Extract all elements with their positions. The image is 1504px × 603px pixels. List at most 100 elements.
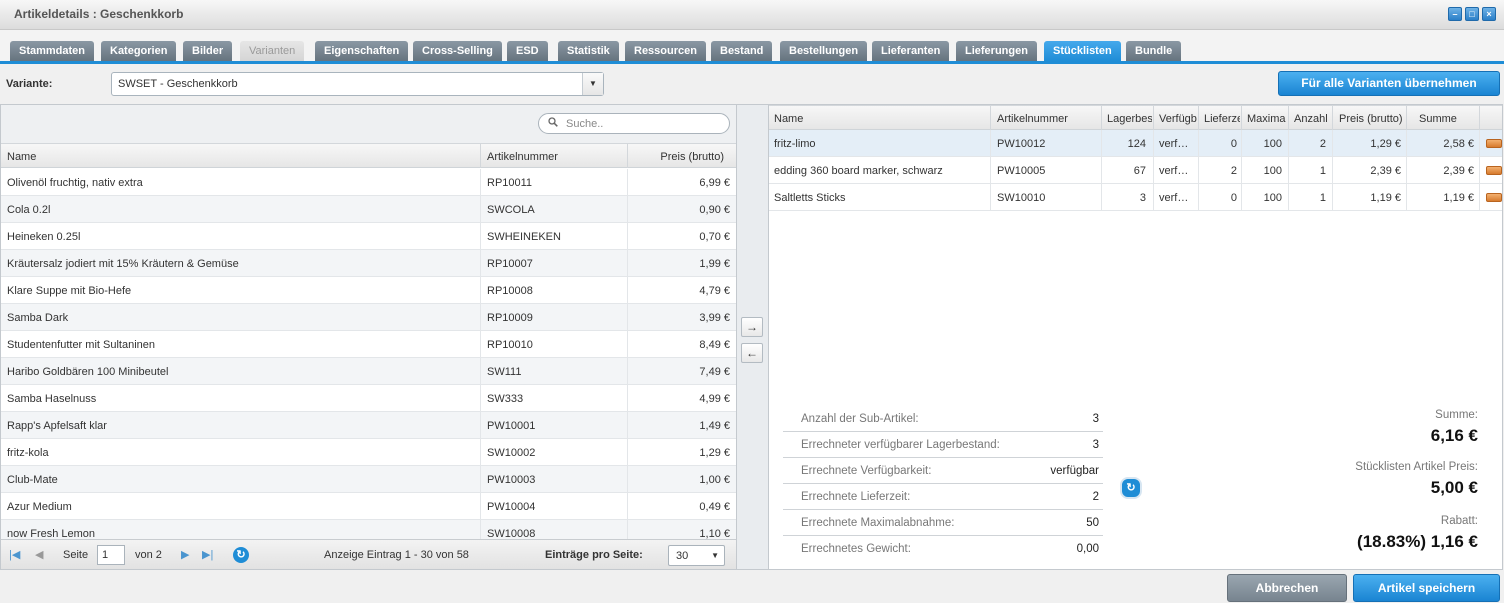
tab-esd[interactable]: ESD (507, 41, 548, 61)
page-input[interactable]: 1 (97, 545, 125, 565)
cell-sum: 1,19 € (1443, 192, 1474, 204)
table-row[interactable]: Klare Suppe mit Bio-Hefe RP10008 4,79 € (1, 277, 736, 304)
col-header-max[interactable]: Maxima (1247, 113, 1287, 125)
tab-cross-selling[interactable]: Cross-Selling (413, 41, 502, 61)
col-header-stock[interactable]: Lagerbes (1107, 113, 1152, 125)
maximize-icon[interactable]: □ (1465, 7, 1479, 21)
stat-row: Anzahl der Sub-Artikel: 3 (783, 406, 1103, 432)
tab-ressourcen[interactable]: Ressourcen (625, 41, 706, 61)
tab-statistik[interactable]: Statistik (558, 41, 619, 61)
cell-number: RP10007 (487, 258, 533, 270)
table-row[interactable]: fritz-limo PW10012 124 verf… 0 100 2 1,29 € 2,58… (769, 130, 1502, 157)
tab-eigenschaften[interactable]: Eigenschaften (315, 41, 409, 61)
table-row[interactable]: Club-Mate PW10003 1,00 € (1, 466, 736, 493)
dropdown-arrow-icon[interactable]: ▼ (582, 73, 603, 95)
next-page-icon[interactable]: ▶ (181, 548, 189, 561)
bom-price-value: 5,00 € (1430, 478, 1478, 497)
tab-bundle[interactable]: Bundle (1126, 41, 1182, 61)
cell-number: RP10008 (487, 285, 533, 297)
table-row[interactable]: Olivenöl fruchtig, nativ extra RP10011 6,9… (1, 169, 736, 196)
tab-bilder[interactable]: Bilder (183, 41, 233, 61)
window-controls: – □ × (1448, 7, 1496, 21)
cell-sum: 2,39 € (1443, 165, 1474, 177)
cell-number: RP10011 (487, 177, 533, 189)
tab-stuecklisten[interactable]: Stücklisten (1044, 41, 1121, 61)
cell-price: 1,00 € (699, 474, 730, 486)
arrow-right-icon[interactable]: → (741, 317, 763, 337)
cell-price: 4,99 € (699, 393, 730, 405)
tab-stammdaten[interactable]: Stammdaten (10, 41, 95, 61)
table-row[interactable]: Studentenfutter mit Sultaninen RP10010 8,4… (1, 331, 736, 358)
tab-bestand[interactable]: Bestand (711, 41, 773, 61)
table-row[interactable]: Azur Medium PW10004 0,49 € (1, 493, 736, 520)
cell-number: RP10010 (487, 339, 533, 351)
col-header-name[interactable]: Name (774, 113, 803, 125)
cell-price: 6,99 € (699, 177, 730, 189)
cell-name: Club-Mate (7, 474, 58, 486)
move-buttons-column: → ← (737, 104, 768, 570)
per-page-value: 30 (676, 550, 689, 562)
table-row[interactable]: edding 360 board marker, schwarz PW10005 6… (769, 157, 1502, 184)
table-row[interactable]: Haribo Goldbären 100 Minibeutel SW111 7,49… (1, 358, 736, 385)
table-row[interactable]: Rapp's Apfelsaft klar PW10001 1,49 € (1, 412, 736, 439)
save-article-button[interactable]: Artikel speichern (1353, 574, 1500, 602)
edit-icon[interactable] (1486, 193, 1502, 202)
total-sum-value: 6,16 € (1430, 426, 1478, 445)
per-page-select[interactable]: 30 ▼ (668, 545, 725, 566)
cell-number: SWCOLA (487, 204, 535, 216)
bom-grid: Name Artikelnummer Lagerbes Verfügb Lief… (768, 104, 1503, 570)
table-row[interactable]: Kräutersalz jodiert mit 15% Kräutern & G… (1, 250, 736, 277)
table-row[interactable]: Heineken 0.25l SWHEINEKEN 0,70 € (1, 223, 736, 250)
table-row[interactable]: Samba Dark RP10009 3,99 € (1, 304, 736, 331)
search-input[interactable]: Suche.. (538, 113, 730, 134)
discount-label: Rabatt: (1440, 515, 1478, 527)
last-page-icon[interactable]: ▶| (202, 548, 213, 561)
refresh-icon[interactable]: ↻ (1120, 477, 1142, 499)
col-header-price[interactable]: Preis (brutto) (660, 151, 724, 163)
cell-stock: 124 (1127, 138, 1146, 150)
tab-bar: Stammdaten Kategorien Bilder Varianten E… (0, 30, 1504, 64)
col-header-name[interactable]: Name (7, 151, 36, 163)
col-header-number[interactable]: Artikelnummer (997, 113, 1068, 125)
cell-qty: 1 (1319, 192, 1326, 204)
refresh-icon[interactable]: ↻ (233, 547, 249, 563)
minimize-icon[interactable]: – (1448, 7, 1462, 21)
cancel-button[interactable]: Abbrechen (1227, 574, 1347, 602)
table-row[interactable]: Samba Haselnuss SW333 4,99 € (1, 385, 736, 412)
edit-icon[interactable] (1486, 139, 1502, 148)
table-row[interactable]: Saltletts Sticks SW10010 3 verf… 0 100 1 1,19 €… (769, 184, 1502, 211)
cell-name: Rapp's Apfelsaft klar (7, 420, 107, 432)
cell-price: 0,70 € (699, 231, 730, 243)
col-header-qty[interactable]: Anzahl (1294, 113, 1328, 125)
col-header-number[interactable]: Artikelnummer (487, 151, 558, 163)
variant-select[interactable]: SWSET - Geschenkkorb ▼ (111, 72, 604, 96)
cell-qty: 1 (1319, 165, 1326, 177)
arrow-left-icon[interactable]: ← (741, 343, 763, 363)
tab-lieferanten[interactable]: Lieferanten (872, 41, 950, 61)
cell-number: PW10001 (487, 420, 536, 432)
table-row[interactable]: fritz-kola SW10002 1,29 € (1, 439, 736, 466)
discount: Rabatt: (18.83%) 1,16 € (1357, 515, 1478, 552)
table-row[interactable]: Cola 0.2l SWCOLA 0,90 € (1, 196, 736, 223)
close-icon[interactable]: × (1482, 7, 1496, 21)
col-header-price[interactable]: Preis (brutto) (1339, 113, 1403, 125)
cell-number: PW10004 (487, 501, 536, 513)
stat-row: Errechnete Lieferzeit: 2 (783, 484, 1103, 510)
cell-max: 100 (1263, 192, 1282, 204)
edit-icon[interactable] (1486, 166, 1502, 175)
right-grid-header: Name Artikelnummer Lagerbes Verfügb Lief… (769, 105, 1502, 130)
cell-number: PW10005 (997, 165, 1046, 177)
tab-kategorien[interactable]: Kategorien (101, 41, 177, 61)
col-header-availability[interactable]: Verfügb (1159, 113, 1197, 125)
col-header-delivery[interactable]: Lieferze (1204, 113, 1240, 125)
apply-all-variants-button[interactable]: Für alle Varianten übernehmen (1278, 71, 1500, 96)
first-page-icon[interactable]: |◀ (9, 548, 20, 561)
total-sum: Summe: 6,16 € (1431, 409, 1478, 446)
cell-name: fritz-limo (774, 138, 816, 150)
cell-price: 0,49 € (699, 501, 730, 513)
prev-page-icon[interactable]: ◀ (35, 548, 43, 561)
col-header-sum[interactable]: Summe (1419, 113, 1457, 125)
cell-qty: 2 (1319, 138, 1326, 150)
tab-lieferungen[interactable]: Lieferungen (956, 41, 1037, 61)
tab-bestellungen[interactable]: Bestellungen (780, 41, 868, 61)
